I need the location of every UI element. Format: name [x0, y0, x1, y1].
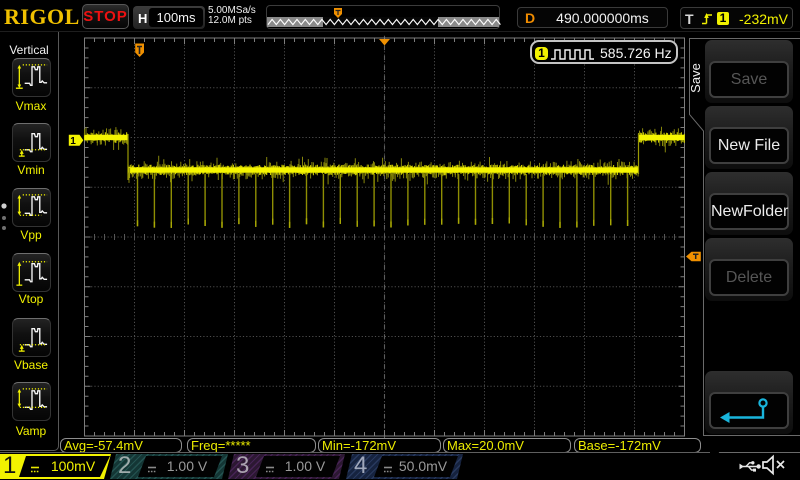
svg-text:1: 1 [70, 136, 76, 147]
